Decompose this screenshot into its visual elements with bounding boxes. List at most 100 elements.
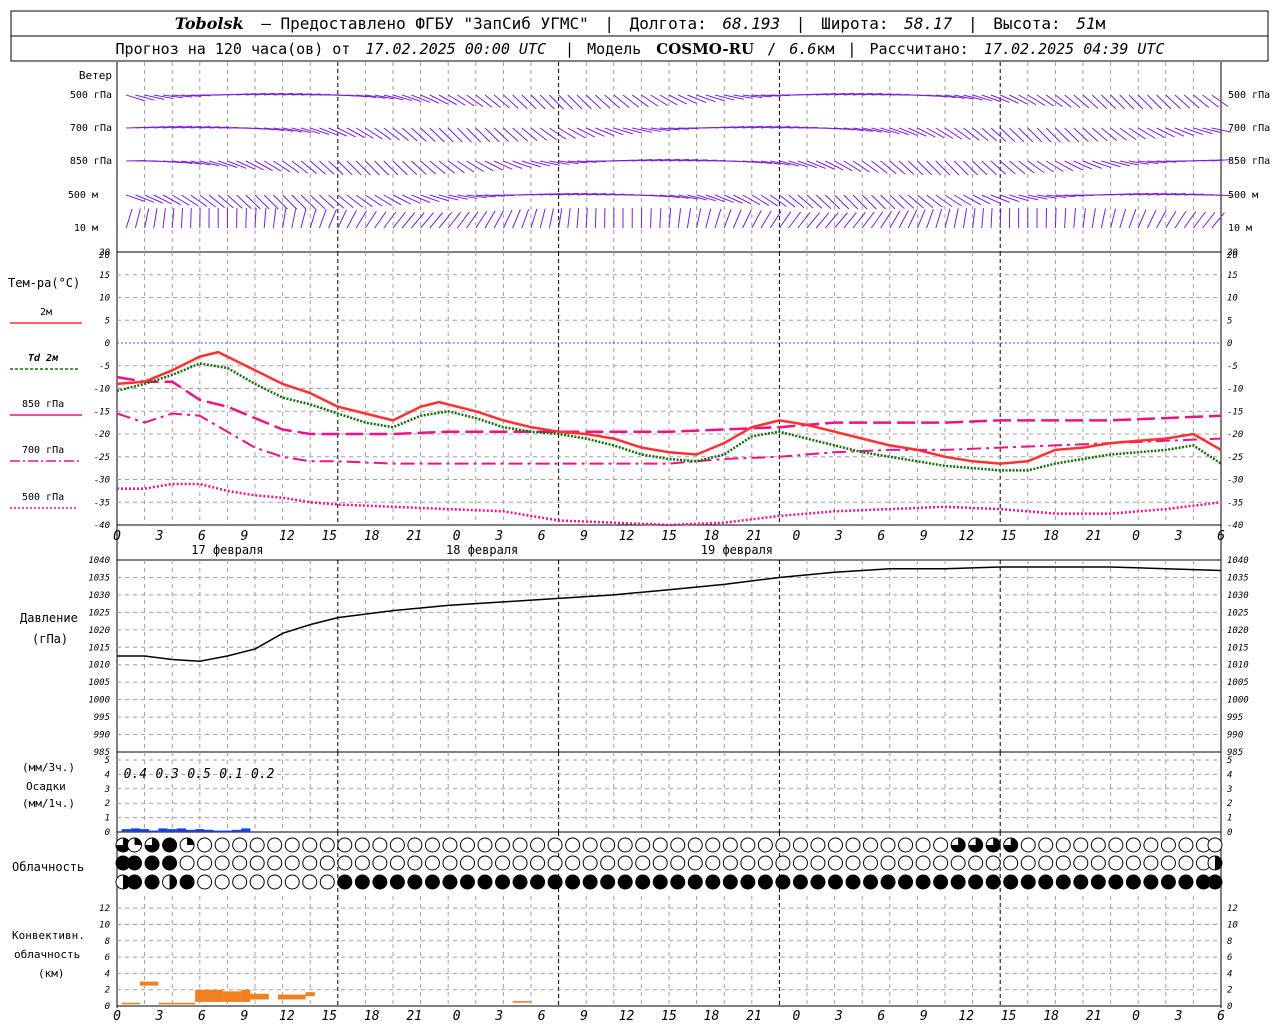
cloud-cover-symbol (740, 837, 756, 853)
cloud-cover-symbol (670, 855, 686, 871)
cloud-cover-symbol (950, 874, 966, 890)
wind-barb (548, 208, 554, 229)
wind-barb (438, 127, 454, 143)
convective-bar (158, 1002, 196, 1005)
wind-barb (1193, 94, 1210, 108)
temp-tick-label-right: -5 (1227, 362, 1238, 372)
precip-bar (121, 829, 131, 832)
wind-barb (1064, 160, 1083, 171)
hour-tick-label: 6 (877, 529, 885, 544)
hour-tick-label: 6 (877, 1009, 885, 1024)
cloud-cover-symbol (617, 874, 633, 890)
pressure-tick-label: 1000 (88, 696, 110, 706)
wind-barb (963, 127, 980, 141)
wind-barb (1174, 127, 1194, 136)
cloud-cover-symbol (1125, 855, 1141, 871)
wind-barb (328, 160, 344, 175)
wind-barb (1091, 127, 1108, 142)
cloud-cover-symbol (915, 874, 931, 890)
wind-barb (466, 160, 484, 172)
wind-barb (1128, 209, 1137, 229)
wind-barb (926, 194, 943, 208)
wind-barb (227, 194, 243, 209)
cloud-cover-symbol (232, 855, 248, 871)
lat-value: 58.17 (904, 14, 953, 33)
wind-barb (953, 194, 972, 206)
conv-tick-label: 6 (105, 953, 110, 963)
wind-barb (180, 208, 184, 229)
wind-barb (319, 160, 335, 175)
cloud-cover-symbol (232, 837, 248, 853)
cloud-cover-symbol (635, 837, 651, 853)
hour-tick-label: 0 (1132, 1009, 1140, 1024)
cloud-cover-symbol (740, 855, 756, 871)
wind-barb (411, 127, 427, 142)
wind-barb (631, 94, 649, 108)
cloud-cover-symbol (1020, 874, 1036, 890)
cloud-cover-symbol (1207, 874, 1223, 890)
hour-tick-label: 15 (321, 529, 337, 544)
cloud-cover-symbol (565, 874, 581, 890)
cloud-cover-symbol (898, 874, 914, 890)
hour-tick-label: 9 (920, 1009, 928, 1024)
wind-level-500hpa: 500 гПа (70, 90, 112, 101)
cloud-cover-symbol (775, 855, 791, 871)
wind-barb (429, 194, 450, 202)
hour-tick-label: 21 (406, 529, 422, 544)
precip-tick-label: 4 (105, 770, 110, 780)
wind-barb (641, 94, 659, 107)
cloud-cover-symbol (442, 855, 458, 871)
cloud-cover-symbol (600, 874, 616, 890)
alt-value: 51 (1076, 14, 1095, 33)
pressure-tick-label: 990 (94, 731, 110, 741)
wind-barb (502, 209, 513, 229)
cloud-cover-symbol (863, 837, 879, 853)
cloud-cover-symbol (477, 874, 493, 890)
wind-barb (778, 211, 792, 229)
calc-label: Рассчитано: (869, 40, 968, 58)
cloud-cover-symbol (302, 837, 318, 853)
wind-barb (337, 194, 354, 209)
temp-tick-label-right: -10 (1227, 385, 1243, 395)
wind-barb (1202, 94, 1219, 108)
wind-barb (962, 208, 968, 229)
cloud-cover-symbol (337, 874, 353, 890)
wind-barb (668, 208, 672, 229)
wind-barb (291, 160, 309, 174)
wind-barb (263, 194, 279, 210)
cloud-cover-symbol (1003, 874, 1019, 890)
alt-unit: м (1096, 14, 1106, 33)
alt-label: Высота: (993, 14, 1060, 33)
wind-barb (1055, 160, 1074, 172)
wind-barb (999, 160, 1016, 175)
hour-tick-label: 0 (792, 529, 800, 544)
wind-barb (751, 194, 770, 206)
wind-barb (171, 194, 190, 206)
cloud-cover-symbol (197, 855, 213, 871)
precip-bar (130, 828, 140, 832)
wind-barb (1146, 209, 1157, 229)
wind-barb (125, 208, 133, 229)
hour-tick-label: 6 (538, 529, 546, 544)
wind-barb (309, 208, 317, 229)
wind-barb (1183, 211, 1197, 229)
wind-barb (981, 127, 998, 142)
convective-bar (195, 989, 223, 1002)
wind-barb (521, 94, 537, 110)
wind-barb (981, 194, 1001, 204)
legend-t500-label: 500 гПа (22, 492, 64, 503)
cloud-cover-symbol (1108, 855, 1124, 871)
hour-tick-label: 21 (406, 1009, 422, 1024)
wind-barb (521, 209, 530, 229)
wind-barb (392, 194, 412, 205)
temp-tick-label: 10 (99, 294, 110, 304)
wind-barb (484, 94, 501, 108)
hour-tick-label: 21 (1086, 1009, 1102, 1024)
cloud-cover-symbol (1073, 874, 1089, 890)
hour-tick-label: 15 (661, 529, 677, 544)
wind-barb (392, 127, 409, 141)
wind-barb (208, 194, 225, 208)
hour-tick-label: 18 (1043, 1009, 1059, 1024)
wind-barb (282, 160, 300, 173)
precip-tick-label-right: 2 (1227, 799, 1232, 809)
